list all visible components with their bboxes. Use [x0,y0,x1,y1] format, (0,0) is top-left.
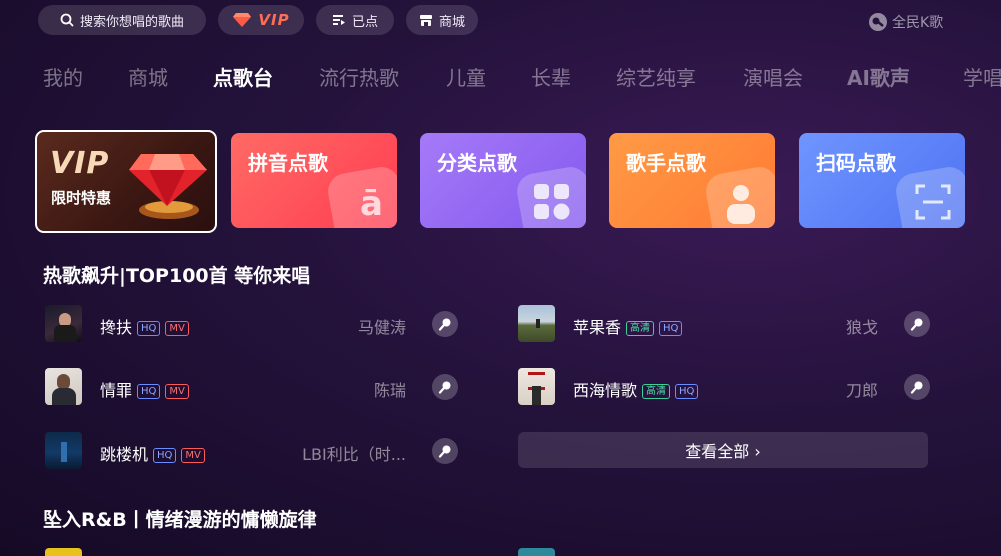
song-title: 苹果香 [573,318,622,337]
vip-card-title: VIP [50,146,110,181]
pinyin-search-card[interactable]: 拼音点歌 ā [231,133,397,228]
kge-logo-icon [869,13,887,31]
hd-badge: 高清 [642,384,671,399]
diamond-icon [233,13,252,27]
hq-badge: HQ [137,384,161,399]
category-card-label: 分类点歌 [437,151,517,175]
microphone-icon [438,318,451,331]
queued-label: 已点 [351,14,378,30]
hot-songs-section-title: 热歌飙升|TOP100首 等你来唱 [43,265,311,287]
vip-card-subtitle: 限时特惠 [51,189,112,207]
mic-button[interactable] [432,438,458,464]
grid-icon [534,184,570,220]
song-artist: 马健涛 [357,318,406,337]
category-tabs: 我的 商城 点歌台 流行热歌 儿童 长辈 综艺纯享 演唱会 AI歌声 学唱 [0,62,1001,98]
song-title: 西海情歌 [573,381,638,400]
mv-badge: MV [165,384,189,399]
shop-button[interactable]: 商城 [406,5,478,35]
song-cover [518,305,555,342]
microphone-icon [910,318,923,331]
song-cover [45,548,82,556]
song-row[interactable]: 西海情歌 高清 HQ 刀郎 [518,368,930,408]
search-icon [60,13,74,27]
tab-ai-voice[interactable]: AI歌声 [847,62,910,91]
tab-popular[interactable]: 流行热歌 [319,62,399,91]
song-cover [45,305,82,342]
view-all-button[interactable]: 查看全部 › [518,432,928,468]
person-icon [727,185,755,224]
song-row[interactable]: 搀扶 HQ MV 马健涛 [45,305,460,345]
song-artist: 狼戈 [845,318,878,337]
mic-button[interactable] [432,311,458,337]
scan-search-card[interactable]: 扫码点歌 [799,133,965,228]
ruby-diamond-icon [129,154,207,219]
tab-song-station[interactable]: 点歌台 [213,62,273,91]
tab-elders[interactable]: 长辈 [531,62,571,91]
microphone-icon [910,381,923,394]
song-artist: 刀郎 [845,381,878,400]
hq-badge: HQ [675,384,699,399]
vip-button[interactable]: VIP [218,5,304,35]
microphone-icon [438,445,451,458]
vip-label: VIP [258,11,290,29]
hd-badge: 高清 [626,321,655,336]
search-label: 搜索你想唱的歌曲 [79,14,184,30]
category-search-card[interactable]: 分类点歌 [420,133,586,228]
hq-badge: HQ [137,321,161,336]
mic-button[interactable] [904,374,930,400]
singer-card-label: 歌手点歌 [626,151,706,175]
tab-kids[interactable]: 儿童 [446,62,486,91]
search-button[interactable]: 搜索你想唱的歌曲 [38,5,206,35]
rnb-section-title: 坠入R&B丨情绪漫游的慵懒旋律 [43,509,317,531]
mv-badge: MV [165,321,189,336]
song-artist: 陈瑞 [373,381,406,400]
tab-learn[interactable]: 学唱 [963,62,1001,91]
song-title: 搀扶 [100,318,133,337]
shop-icon [419,14,432,26]
scan-icon [915,184,951,220]
song-title: 情罪 [100,381,133,400]
song-cover [518,548,555,556]
singer-search-card[interactable]: 歌手点歌 [609,133,775,228]
song-artist: LBI利比（时... [302,445,406,464]
scan-card-label: 扫码点歌 [816,151,896,175]
playlist-icon [332,14,345,25]
tab-shop[interactable]: 商城 [128,62,168,91]
song-cover [45,432,82,469]
shop-label: 商城 [438,14,465,30]
vip-promo-card[interactable]: VIP 限时特惠 [35,130,217,233]
mic-button[interactable] [432,374,458,400]
song-cover [518,368,555,405]
tab-variety[interactable]: 综艺纯享 [616,62,696,91]
tab-mine[interactable]: 我的 [43,62,83,91]
brand-name: 全民K歌 [892,15,944,31]
song-row[interactable]: 跳楼机 HQ MV LBI利比（时... [45,432,460,472]
microphone-icon [438,381,451,394]
brand-logo: 全民K歌 [868,12,943,32]
song-row[interactable]: 苹果香 高清 HQ 狼戈 [518,305,930,345]
pinyin-a-icon: ā [360,184,383,224]
song-title: 跳楼机 [100,445,149,464]
hq-badge: HQ [153,448,177,463]
mv-badge: MV [181,448,205,463]
tab-concert[interactable]: 演唱会 [743,62,803,91]
song-row[interactable]: 情罪 HQ MV 陈瑞 [45,368,460,408]
hq-badge: HQ [659,321,683,336]
queued-songs-button[interactable]: 已点 [316,5,394,35]
song-cover [45,368,82,405]
pinyin-card-label: 拼音点歌 [248,151,328,175]
mic-button[interactable] [904,311,930,337]
